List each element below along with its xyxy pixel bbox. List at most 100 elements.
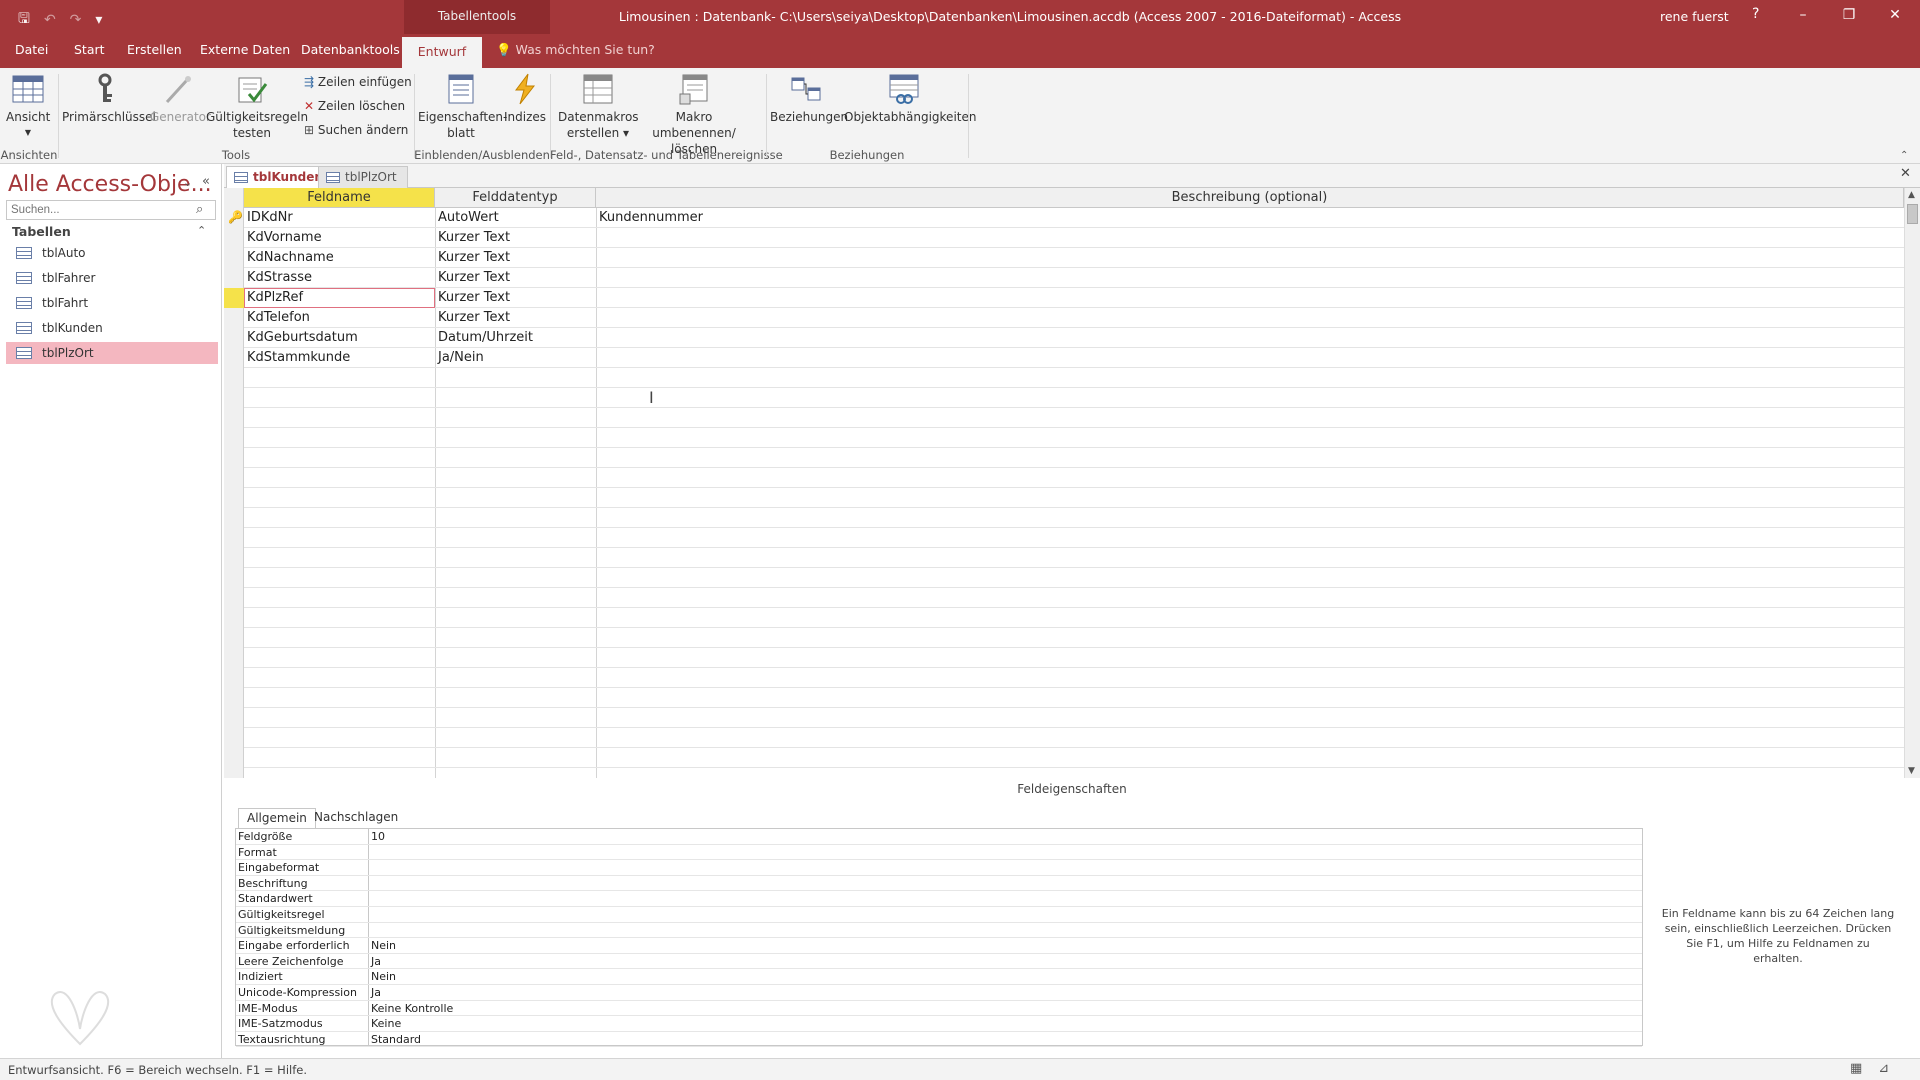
nav-section-tabellen[interactable]: Tabellen xyxy=(12,224,71,239)
tell-me-box[interactable]: 💡 Was möchten Sie tun? xyxy=(496,42,655,58)
description-cell[interactable] xyxy=(596,308,1896,328)
primaerschluessel-button[interactable]: Primärschlüssel xyxy=(62,72,156,125)
row-selector[interactable] xyxy=(224,248,244,268)
row-selector[interactable] xyxy=(224,628,244,648)
nav-collapse-icon[interactable]: « xyxy=(202,174,210,189)
data-type-cell[interactable]: Kurzer Text xyxy=(435,268,596,288)
row-selector[interactable] xyxy=(224,608,244,628)
nav-item-tblfahrer[interactable]: tblFahrer xyxy=(6,267,218,289)
property-row[interactable]: IME-Satzmodus Keine xyxy=(236,1016,1642,1032)
row-selector[interactable] xyxy=(224,528,244,548)
save-icon[interactable]: 🖫 xyxy=(18,8,30,32)
datenmakros-button[interactable]: Datenmakros erstellen ▾ xyxy=(558,72,639,141)
scroll-up-icon[interactable]: ▲ xyxy=(1908,190,1915,200)
row-selector[interactable] xyxy=(224,548,244,568)
property-value[interactable]: 10 xyxy=(371,829,385,844)
property-row[interactable]: Eingabeformat xyxy=(236,860,1642,876)
property-row[interactable]: Gültigkeitsmeldung xyxy=(236,923,1642,939)
column-header-beschreibung[interactable]: Beschreibung (optional) xyxy=(596,188,1904,208)
search-icon[interactable]: ⌕ xyxy=(196,202,203,217)
description-cell[interactable] xyxy=(596,328,1896,348)
nav-item-tblfahrt[interactable]: tblFahrt xyxy=(6,292,218,314)
row-selector[interactable] xyxy=(224,568,244,588)
row-selector[interactable] xyxy=(224,588,244,608)
property-value[interactable]: Ja xyxy=(371,954,381,969)
property-row[interactable]: Eingabe erforderlich Nein xyxy=(236,938,1642,954)
nav-item-tblkunden[interactable]: tblKunden xyxy=(6,317,218,339)
field-name-cell[interactable]: KdNachname xyxy=(244,248,435,268)
property-row[interactable]: Feldgröße 10 xyxy=(236,829,1642,845)
help-button[interactable]: ? xyxy=(1752,6,1759,22)
design-view-icon[interactable]: ⊿ xyxy=(1878,1061,1889,1076)
row-selector[interactable] xyxy=(224,708,244,728)
user-name[interactable]: rene fuerst xyxy=(1660,9,1729,24)
property-row[interactable]: Format xyxy=(236,845,1642,861)
row-selector[interactable] xyxy=(224,368,244,388)
scroll-thumb[interactable] xyxy=(1907,204,1918,224)
minimize-button[interactable]: – xyxy=(1780,0,1826,32)
row-selector[interactable] xyxy=(224,428,244,448)
doctab-tblplzort[interactable]: tblPlzOrt xyxy=(318,166,408,188)
property-value[interactable]: Standard xyxy=(371,1032,421,1047)
field-name-cell[interactable]: KdTelefon xyxy=(244,308,435,328)
row-selector[interactable] xyxy=(224,748,244,768)
close-document-icon[interactable]: ✕ xyxy=(1900,166,1911,181)
data-type-cell[interactable]: Kurzer Text xyxy=(435,248,596,268)
field-name-cell[interactable]: KdStammkunde xyxy=(244,348,435,368)
tab-start[interactable]: Start xyxy=(74,42,105,57)
datasheet-view-icon[interactable]: ▦ xyxy=(1850,1061,1862,1076)
property-value[interactable]: Keine xyxy=(371,1016,401,1031)
property-value[interactable]: Keine Kontrolle xyxy=(371,1001,453,1016)
row-selector[interactable] xyxy=(224,728,244,748)
row-selector[interactable] xyxy=(224,648,244,668)
nav-item-tblauto[interactable]: tblAuto xyxy=(6,242,218,264)
description-cell[interactable] xyxy=(596,348,1896,368)
beziehungen-button[interactable]: Beziehungen xyxy=(770,72,848,125)
property-row[interactable]: Textausrichtung Standard xyxy=(236,1032,1642,1048)
row-selector[interactable] xyxy=(224,668,244,688)
tab-allgemein[interactable]: Allgemein xyxy=(238,808,316,828)
tab-externe-daten[interactable]: Externe Daten xyxy=(200,42,290,57)
field-name-cell[interactable]: KdStrasse xyxy=(244,268,435,288)
generator-button[interactable]: Generator xyxy=(150,72,211,125)
tab-nachschlagen[interactable]: Nachschlagen xyxy=(306,808,406,828)
data-type-cell[interactable]: AutoWert xyxy=(435,208,596,228)
undo-icon[interactable]: ↶ xyxy=(44,12,56,28)
row-selector[interactable] xyxy=(224,488,244,508)
indizes-button[interactable]: Indizes xyxy=(504,72,546,125)
row-selector[interactable] xyxy=(224,308,244,328)
zeilen-einfuegen-button[interactable]: ⇶ Zeilen einfügen xyxy=(304,75,412,89)
row-selector[interactable] xyxy=(224,268,244,288)
description-cell[interactable] xyxy=(596,288,1896,308)
field-name-cell[interactable]: IDKdNr xyxy=(244,208,435,228)
description-cell[interactable] xyxy=(596,228,1896,248)
row-selector[interactable] xyxy=(224,328,244,348)
zeilen-loeschen-button[interactable]: ✕ Zeilen löschen xyxy=(304,99,405,113)
description-cell[interactable] xyxy=(596,248,1896,268)
nav-search-input[interactable] xyxy=(6,200,216,220)
grid-vertical-scrollbar[interactable]: ▲ ▼ xyxy=(1904,188,1920,778)
gueltigkeitsregeln-button[interactable]: Gültigkeitsregeln testen xyxy=(206,72,308,141)
row-selector[interactable] xyxy=(224,408,244,428)
row-selector[interactable] xyxy=(224,468,244,488)
data-type-cell[interactable]: Datum/Uhrzeit xyxy=(435,328,596,348)
description-cell[interactable]: Kundennummer xyxy=(596,208,1896,228)
redo-icon[interactable]: ↷ xyxy=(70,12,82,28)
objektabhaengigkeiten-button[interactable]: Objektabhängigkeiten xyxy=(844,72,976,125)
column-header-feldname[interactable]: Feldname xyxy=(244,188,435,208)
makro-umbenennen-button[interactable]: Makro umbenennen/ löschen xyxy=(636,72,752,157)
description-cell[interactable] xyxy=(596,268,1896,288)
property-row[interactable]: IME-Modus Keine Kontrolle xyxy=(236,1001,1642,1017)
property-row[interactable]: Beschriftung xyxy=(236,876,1642,892)
restore-button[interactable]: ❐ xyxy=(1826,0,1872,32)
property-value[interactable]: Ja xyxy=(371,985,381,1000)
tab-datenbanktools[interactable]: Datenbanktools xyxy=(301,42,400,57)
customize-qat-icon[interactable]: ▾ xyxy=(95,12,102,28)
field-name-cell[interactable]: KdGeburtsdatum xyxy=(244,328,435,348)
row-selector[interactable] xyxy=(224,228,244,248)
property-row[interactable]: Gültigkeitsregel xyxy=(236,907,1642,923)
property-value[interactable]: Nein xyxy=(371,938,396,953)
data-type-cell[interactable]: Kurzer Text xyxy=(435,308,596,328)
scroll-down-icon[interactable]: ▼ xyxy=(1908,766,1915,776)
row-selector[interactable] xyxy=(224,348,244,368)
